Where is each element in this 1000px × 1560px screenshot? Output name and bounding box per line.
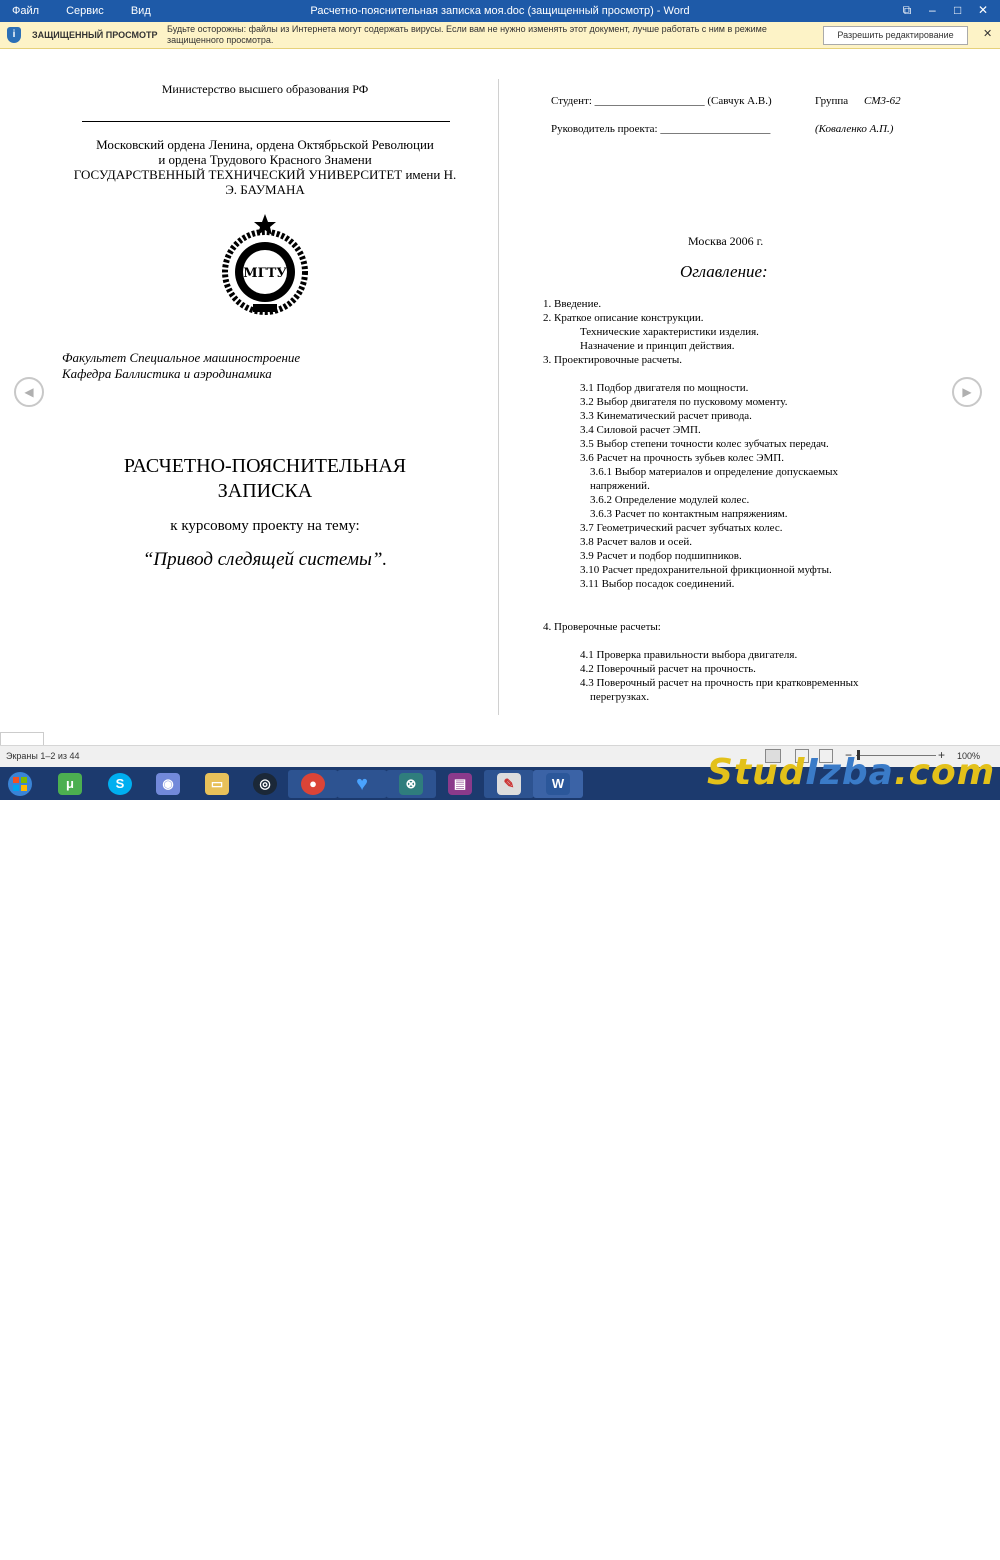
discord-icon[interactable]: ◉ [143,770,193,798]
title-bar: Файл Сервис Вид Расчетно-пояснительная з… [0,0,1000,22]
supervisor-line: Руководитель проекта: __________________… [551,123,771,135]
toc-item: 3.6.1 Выбор материалов и определение доп… [590,466,838,478]
heart-icon[interactable]: ♥ [337,770,387,798]
paint-icon[interactable]: ✎ [484,770,534,798]
toc-item: 3.7 Геометрический расчет зубчатых колес… [580,522,783,534]
department-line: Кафедра Баллистика и аэродинамика [62,366,272,381]
faculty-line: Факультет Специальное машиностроение [62,350,301,365]
toc-item: 4. Проверочные расчеты: [543,621,661,633]
protected-view-bar: i ЗАЩИЩЕННЫЙ ПРОСМОТР Будьте осторожны: … [0,22,1000,49]
toc-item: 4.3 Поверочный расчет на прочность при к… [580,677,859,689]
supervisor-name: (Коваленко А.П.) [815,123,894,135]
university-name: Московский ордена Ленина, ордена Октябрь… [73,137,457,197]
toc-item: 3.11 Выбор посадок соединений. [580,578,735,590]
group-value: СМ3-62 [864,95,901,107]
toc-item: 3.5 Выбор степени точности колес зубчаты… [580,438,829,450]
toc-item: 3.9 Расчет и подбор подшипников. [580,550,742,562]
toc-item: 3.1 Подбор двигателя по мощности. [580,382,749,394]
toc-item: Технические характеристики изделия. [580,326,759,338]
minimize-icon[interactable]: – [921,3,943,17]
protected-view-message: Будьте осторожны: файлы из Интернета мог… [167,24,767,45]
horizontal-rule [82,121,450,122]
window-controls: ⧉ – □ ✕ [896,3,994,18]
toc-item: 3.6.2 Определение модулей колес. [590,494,750,506]
enable-editing-button[interactable]: Разрешить редактирование [823,26,968,45]
toc-item: 4.2 Поверочный расчет на прочность. [580,663,756,675]
document-subtitle: к курсовому проекту на тему: [170,518,360,534]
toc-item: 3. Проектировочные расчеты. [543,354,683,366]
clock-date: 10.03.2020 [932,1550,978,1560]
app-icon[interactable]: ⊗ [386,770,436,798]
system-clock[interactable]: 21:41 10.03.2020 [932,1540,977,1560]
toc-item: 3.6 Расчет на прочность зубьев колес ЭМП… [580,452,784,464]
close-icon[interactable]: ✕ [972,3,994,17]
start-button[interactable] [0,770,40,798]
protected-view-label: ЗАЩИЩЕННЫЙ ПРОСМОТР [32,30,158,40]
document-title: РАСЧЕТНО-ПОЯСНИТЕЛЬНАЯ ЗАПИСКА [123,455,407,502]
toc-title: Оглавление: [680,262,768,281]
chrome-icon[interactable]: ● [288,770,338,798]
toc-item: 1. Введение. [543,298,602,310]
faculty-block: Факультет Специальное машиностроение Каф… [62,350,300,382]
windows-logo-icon [8,772,32,796]
horizontal-scrollbar[interactable] [0,732,44,746]
toc-item: 3.3 Кинематический расчет привода. [580,410,752,422]
toc-item: 2. Краткое описание конструкции. [543,312,704,324]
word-icon[interactable]: W [533,770,583,798]
file-explorer-icon[interactable]: ▭ [192,770,242,798]
toc-item: 3.2 Выбор двигателя по пусковому моменту… [580,396,788,408]
page-divider [498,79,499,715]
ministry-text: Министерство высшего образования РФ [161,82,369,96]
toc-item: 3.4 Силовой расчет ЭМП. [580,424,701,436]
clock-time: 21:41 [943,1540,966,1550]
group-label: Группа [815,95,849,107]
toc-item: 4.1 Проверка правильности выбора двигате… [580,649,798,661]
toc-item: Назначение и принцип действия. [580,340,735,352]
city-year: Москва 2006 г. [688,234,764,248]
window-title: Расчетно-пояснительная записка моя.doc (… [310,5,690,17]
student-line: Студент: ____________________ (Савчук А.… [551,95,772,107]
toc-item: 3.10 Расчет предохранительной фрикционно… [580,564,832,576]
toc-item: 3.6.3 Расчет по контактным напряжениям. [590,508,788,520]
mgtu-emblem: МГТУ [222,214,308,315]
next-page-icon[interactable]: ▶ [952,377,982,407]
shield-icon: i [7,27,21,43]
document-view: ◀ ▶ Министерство высшего образования РФ … [0,49,1000,745]
previous-page-icon[interactable]: ◀ [14,377,44,407]
emblem-text: МГТУ [243,266,287,281]
toc-item: перегрузках. [590,691,650,703]
page-counter: Экраны 1–2 из 44 [6,751,80,761]
restore-icon[interactable]: ⧉ [896,3,918,18]
toc-item: напряжений. [590,480,650,492]
project-title: “Привод следящей системы”. [142,549,388,570]
maximize-icon[interactable]: □ [947,3,969,17]
winrar-icon[interactable]: ▤ [435,770,485,798]
skype-icon[interactable]: S [95,770,145,798]
studizba-watermark: StudIzba.com [707,752,996,793]
steam-icon[interactable]: ◎ [240,770,290,798]
utorrent-icon[interactable]: μ [45,770,95,798]
close-icon[interactable]: ✕ [983,27,992,40]
toc-item: 3.8 Расчет валов и осей. [580,536,693,548]
